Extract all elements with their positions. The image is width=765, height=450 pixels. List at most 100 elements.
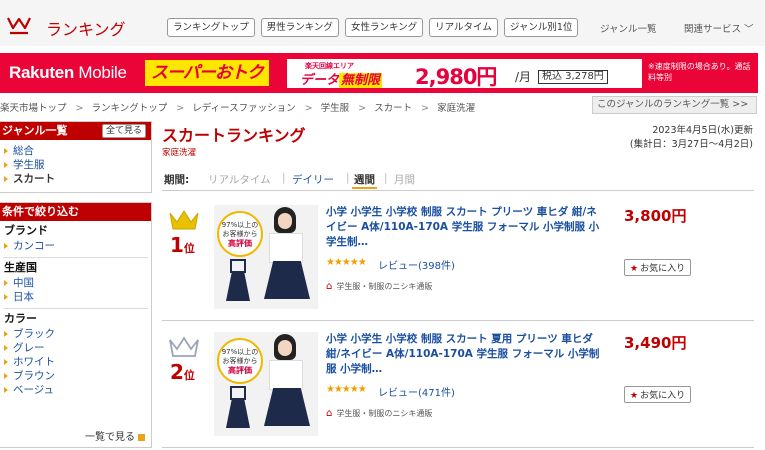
tab-genre-first[interactable]: ジャンル別1位 — [503, 18, 579, 37]
star-icon: ★ — [630, 391, 639, 401]
banner-data-label: データ 無制限 — [300, 69, 383, 88]
period-selector: 期間: リアルタイム | デイリー | 週間 | 月間 — [162, 166, 754, 191]
gold-crown-icon — [169, 210, 199, 230]
product-price: 3,490円 — [624, 334, 687, 352]
update-info: 2023年4月5日(水)更新 (集計日：3月27日〜4月2日) — [630, 124, 753, 152]
promo-banner[interactable]: Rakuten Mobile スーパーおトク 楽天回線エリア データ 無制限 2,… — [0, 53, 758, 93]
product-image[interactable]: 97%以上の お客様から 高評価 — [214, 205, 318, 309]
brand-bold: Rakuten — [9, 63, 74, 82]
model-face — [278, 340, 292, 356]
filter-color-heading: カラー — [4, 312, 37, 325]
breadcrumb-sep: > — [75, 103, 84, 114]
filter-color-beige[interactable]: ベージュ — [0, 383, 151, 397]
header: ランキング ランキングトップ 男性ランキング 女性ランキング リアルタイム ジャ… — [0, 0, 765, 46]
product-price: 3,800円 — [624, 207, 687, 225]
crown-logo-icon[interactable] — [6, 14, 32, 36]
breadcrumb-item[interactable]: スカート — [374, 103, 412, 114]
genre-ranking-list-link[interactable]: このジャンルのランキング一覧 >> — [592, 96, 757, 114]
banner-price: 2,980円 — [415, 65, 497, 89]
banner-note: ※速度制限の場合あり。通話料等別 — [648, 62, 751, 82]
tab-male-ranking[interactable]: 男性ランキング — [260, 18, 339, 37]
period-label: 期間: — [164, 174, 190, 186]
rating-badge: 97%以上の お客様から 高評価 — [217, 338, 263, 384]
period-sep: | — [384, 172, 388, 184]
rank-value: 2 — [170, 360, 184, 384]
banner-super-label: スーパーおトク — [145, 60, 269, 86]
favorite-button[interactable]: ★ お気に入り — [624, 259, 692, 276]
filter-country-heading: 生産国 — [4, 261, 37, 274]
rank-suffix: 位 — [183, 242, 195, 255]
filter-color-brown[interactable]: ブラウン — [0, 369, 151, 383]
related-services-dropdown[interactable]: 関連サービス ﹀ — [684, 21, 754, 35]
review-link[interactable]: レビュー(398件) — [378, 257, 455, 272]
filter-color-white[interactable]: ホワイト — [0, 355, 151, 369]
shop-name-text: 学生服・制服のニシキ通販 — [336, 409, 433, 418]
tab-realtime[interactable]: リアルタイム — [429, 18, 498, 37]
badge-pct: 97%以上の — [221, 221, 259, 229]
model-shirt — [269, 233, 303, 263]
model-shirt — [269, 360, 303, 390]
see-all-button[interactable]: 全て見る — [101, 124, 146, 138]
site-title[interactable]: ランキング — [46, 16, 126, 40]
rank-number: 1位 — [170, 233, 195, 257]
tab-ranking-top[interactable]: ランキングトップ — [167, 18, 255, 37]
tab-female-ranking[interactable]: 女性ランキング — [344, 18, 424, 37]
breadcrumb-item[interactable]: 学生服 — [321, 103, 350, 114]
skirt-strap — [230, 386, 246, 400]
update-date: 2023年4月5日(水)更新 — [652, 125, 753, 136]
shop-house-icon: ⌂ — [326, 408, 333, 419]
sidebar-filter-box: 条件で絞り込む ブランド カンコー 生産国 中国 日本 カラー ブラック グレー… — [0, 202, 152, 448]
banner-tax: 税込 3,278円 — [538, 70, 608, 84]
star-rating: ★★★★★ — [326, 257, 367, 268]
rank-value: 1 — [170, 233, 184, 257]
sidebar-genre-uniform[interactable]: 学生服 — [0, 158, 151, 172]
breadcrumb-item[interactable]: レディースファッション — [192, 103, 295, 114]
shop-name[interactable]: ⌂ 学生服・制服のニシキ通販 — [326, 281, 432, 292]
data-word: データ — [300, 73, 340, 88]
favorite-button[interactable]: ★ お気に入り — [624, 386, 692, 403]
sidebar-genre-heading: ジャンル一覧 全て見る — [0, 122, 151, 140]
breadcrumb-sep: > — [358, 103, 367, 114]
shop-name[interactable]: ⌂ 学生服・制服のニシキ通販 — [326, 408, 432, 419]
favorite-label: お気に入り — [640, 391, 686, 401]
breadcrumb-sep: > — [304, 103, 313, 114]
breadcrumb-item-current: 家庭洗濯 — [437, 103, 476, 114]
genre-list-link[interactable]: ジャンル一覧 — [600, 21, 657, 35]
sidebar-genre-box: ジャンル一覧 全て見る 総合 学生服 スカート — [0, 121, 152, 193]
genre-heading-text: ジャンル一覧 — [2, 124, 68, 137]
period-monthly: 月間 — [394, 174, 415, 186]
product-title-link[interactable]: 小学 小学生 小学校 制服 スカート プリーツ 車ヒダ 紺/ネイビー A体/11… — [326, 205, 606, 250]
sidebar-genre-skirt[interactable]: スカート — [0, 172, 151, 186]
period-sep: | — [282, 172, 286, 184]
filter-brand-kanko[interactable]: カンコー — [0, 239, 151, 253]
brand-thin: Mobile — [73, 63, 127, 82]
model-skirt — [264, 388, 310, 426]
see-more-link[interactable]: 一覧で見る — [85, 428, 145, 443]
rating-badge: 97%以上の お客様から 高評価 — [217, 211, 263, 257]
filter-brand-heading: ブランド — [4, 224, 48, 237]
breadcrumb-item[interactable]: 楽天市場トップ — [0, 103, 67, 114]
breadcrumb-sep: > — [176, 103, 185, 114]
filter-color-black[interactable]: ブラック — [0, 327, 151, 341]
star-icon: ★ — [630, 264, 639, 274]
filter-country-china[interactable]: 中国 — [0, 276, 151, 290]
product-image[interactable]: 97%以上の お客様から 高評価 — [214, 332, 318, 436]
review-link[interactable]: レビュー(471件) — [378, 384, 455, 399]
top-tab-bar: ランキングトップ 男性ランキング 女性ランキング リアルタイム ジャンル別1位 — [167, 18, 579, 37]
filter-country-japan[interactable]: 日本 — [0, 290, 151, 304]
breadcrumb-item[interactable]: ランキングトップ — [92, 103, 168, 114]
product-title-link[interactable]: 小学 小学生 小学校 制服 スカート 夏用 プリーツ 車ヒダ 紺/ネイビー A体… — [326, 332, 606, 377]
page-subtitle: 家庭洗濯 — [162, 148, 197, 158]
badge-highlight: 高評価 — [228, 239, 252, 248]
period-daily[interactable]: デイリー — [292, 172, 334, 187]
rank-number: 2位 — [170, 360, 195, 384]
shop-name-text: 学生服・制服のニシキ通販 — [336, 282, 433, 291]
sidebar-genre-overall[interactable]: 総合 — [0, 144, 151, 158]
breadcrumb-sep: > — [421, 103, 430, 114]
favorite-label: お気に入り — [640, 264, 686, 274]
period-weekly: 週間 — [352, 172, 377, 189]
filter-color-gray[interactable]: グレー — [0, 341, 151, 355]
banner-unit: /月 — [515, 70, 532, 84]
sidebar-filter-heading: 条件で絞り込む — [0, 203, 151, 221]
page-title: スカートランキング — [162, 126, 306, 145]
